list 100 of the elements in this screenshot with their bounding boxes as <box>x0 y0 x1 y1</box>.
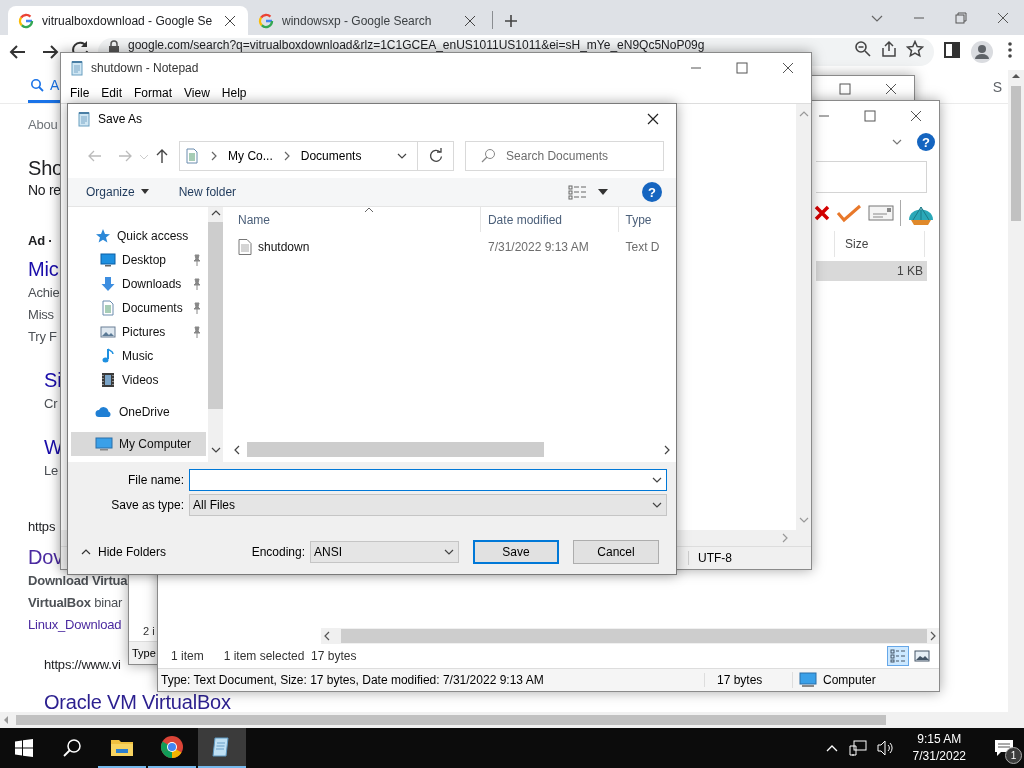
file-name[interactable]: shutdown <box>258 240 310 254</box>
close-icon[interactable] <box>646 112 660 126</box>
refresh-button[interactable] <box>418 141 455 171</box>
film-icon <box>100 372 116 388</box>
scroll-thumb[interactable] <box>341 629 927 643</box>
network-icon[interactable] <box>848 740 867 756</box>
search-icon[interactable] <box>62 738 82 758</box>
result-url: https://www.vi <box>44 656 121 674</box>
zoom-icon[interactable] <box>854 40 872 58</box>
scroll-thumb[interactable] <box>16 715 886 725</box>
search-field[interactable]: Search Documents <box>465 141 664 171</box>
scroll-thumb[interactable] <box>247 442 544 457</box>
result-link[interactable]: Oracle VM VirtualBox <box>44 693 231 712</box>
help-button[interactable]: ? <box>917 133 935 151</box>
picture-icon <box>914 649 930 663</box>
maximize-icon[interactable] <box>839 83 851 95</box>
help-button[interactable]: ? <box>642 182 662 202</box>
breadcrumb-item[interactable]: Documents <box>300 149 362 163</box>
result-link[interactable]: Linux_Download <box>28 614 122 636</box>
music-note-icon <box>100 348 116 364</box>
document-icon <box>100 300 116 316</box>
cloud-icon <box>95 404 113 420</box>
nav-item[interactable]: Videos <box>71 368 206 392</box>
vertical-scrollbar[interactable] <box>1008 70 1024 712</box>
hide-folders-button[interactable]: Hide Folders <box>80 545 167 559</box>
file-type-dropdown[interactable]: All Files <box>189 494 667 516</box>
scroll-thumb[interactable] <box>1011 86 1021 221</box>
browser-tab[interactable]: vitrualboxdownload - Google Se <box>8 6 248 35</box>
taskbar-button[interactable] <box>198 728 246 768</box>
check-icon[interactable] <box>836 203 862 223</box>
input-field[interactable] <box>816 161 927 193</box>
side-panel-icon[interactable] <box>942 40 962 60</box>
close-icon[interactable] <box>885 83 897 95</box>
menu-item[interactable]: Edit <box>95 86 129 100</box>
nav-item[interactable]: OneDrive <box>71 400 206 424</box>
reload-icon[interactable] <box>70 40 90 52</box>
maximize-icon[interactable] <box>864 110 876 122</box>
field-label: Save as type: <box>110 498 185 512</box>
result-link[interactable]: Mic <box>28 256 59 282</box>
result-snippet: VirtualBox binar <box>28 594 123 612</box>
nav-item[interactable]: Desktop <box>71 248 206 272</box>
nav-item[interactable]: Quick access <box>71 224 206 248</box>
clock[interactable]: 9:15 AM 7/31/2022 <box>904 731 974 765</box>
nav-item[interactable]: Downloads <box>71 272 206 296</box>
nav-item[interactable]: Documents <box>71 296 206 320</box>
sort-caret-icon <box>364 207 374 213</box>
file-row[interactable]: 1 KB <box>816 261 927 281</box>
browser-tab[interactable]: windowsxp - Google Search <box>248 6 488 35</box>
scroll-thumb[interactable] <box>208 222 223 409</box>
menu-item[interactable]: Format <box>128 86 179 100</box>
column-header[interactable]: Date modified <box>480 207 619 232</box>
column-header[interactable]: Name <box>231 207 481 232</box>
search-icon <box>30 78 44 92</box>
g-logo-icon <box>258 12 274 29</box>
sitelink-snippet: Le <box>44 462 59 480</box>
horizontal-scrollbar[interactable] <box>321 628 939 644</box>
dialog-title: Save As <box>98 112 144 126</box>
close-icon[interactable] <box>910 110 922 122</box>
browser-icon[interactable] <box>160 735 184 759</box>
breadcrumb-item[interactable]: My Co... <box>228 149 273 163</box>
vertical-scrollbar[interactable] <box>208 207 223 462</box>
profile-icon[interactable] <box>970 40 994 64</box>
column-header[interactable]: Size <box>834 231 925 257</box>
result-stats: Abou <box>28 116 58 134</box>
organize-button[interactable]: Organize <box>86 182 149 202</box>
share-icon[interactable] <box>880 40 898 58</box>
restore-icon[interactable] <box>954 10 968 25</box>
size-cell-text: 1 KB <box>897 264 924 278</box>
field-label: File name: <box>126 473 185 487</box>
encoding-dropdown[interactable]: ANSI <box>310 541 459 563</box>
notepad-icon <box>69 60 85 76</box>
save-button[interactable]: Save <box>473 540 559 564</box>
maximize-icon[interactable] <box>736 62 748 74</box>
horizontal-scrollbar[interactable] <box>0 712 1024 728</box>
delete-icon[interactable] <box>814 205 830 221</box>
start-icon[interactable] <box>15 739 33 757</box>
volume-icon[interactable] <box>876 740 895 756</box>
view-options-icon[interactable] <box>568 184 588 200</box>
text-file-icon <box>238 239 252 255</box>
nav-item[interactable]: Music <box>71 344 206 368</box>
section-text: No re <box>28 181 61 200</box>
star-outline-icon[interactable] <box>906 40 924 58</box>
details-view-icon <box>890 649 906 663</box>
details-view-button[interactable] <box>887 646 909 666</box>
new-folder-button[interactable]: New folder <box>178 182 237 202</box>
document-icon <box>184 148 201 164</box>
menu-item[interactable]: View <box>178 86 216 100</box>
column-header[interactable]: Type <box>618 207 676 232</box>
file-name-field[interactable] <box>189 469 667 491</box>
card-icon[interactable] <box>868 204 894 222</box>
menu-item[interactable]: Help <box>215 86 253 100</box>
nav-item[interactable]: Pictures <box>71 320 206 344</box>
close-icon[interactable] <box>782 62 794 74</box>
menu-item[interactable]: File <box>64 86 96 100</box>
caret-icon[interactable] <box>598 189 608 195</box>
nav-item[interactable]: My Computer <box>71 432 206 456</box>
notification-button[interactable]: 1 <box>984 728 1024 768</box>
address-bar[interactable]: My Co... Documents <box>179 141 419 171</box>
cancel-button[interactable]: Cancel <box>573 540 659 564</box>
sitelink[interactable]: Si <box>44 367 62 393</box>
